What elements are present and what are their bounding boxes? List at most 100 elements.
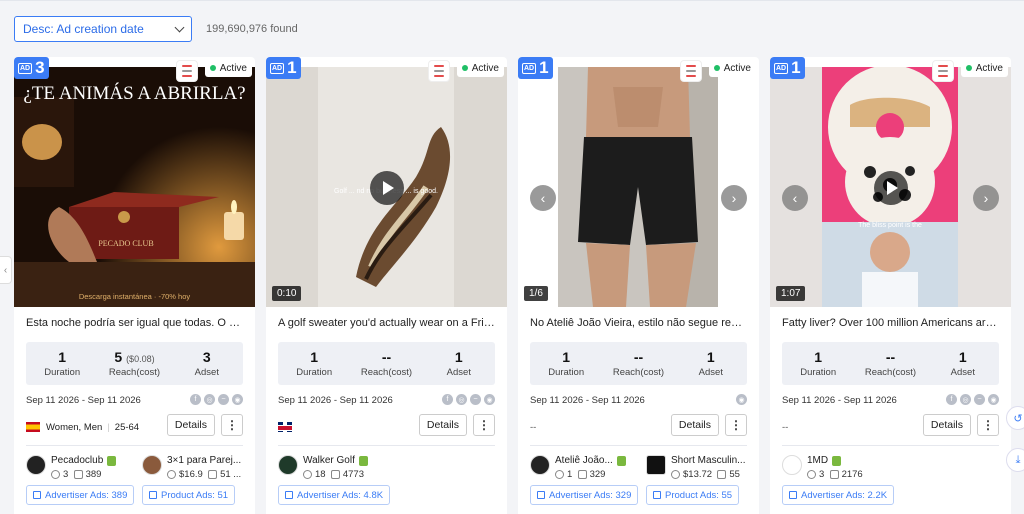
ad-icon: AD [18, 62, 33, 74]
arrow-left-icon[interactable]: ‹ [782, 185, 808, 211]
ad-media[interactable]: ‹ › 1/6 [518, 67, 759, 307]
video-duration: 1:07 [776, 286, 806, 301]
chevron-down-icon [174, 22, 185, 32]
audience-info [278, 420, 292, 434]
ad-stats: 1 Duration -- Reach(cost) 1 Adset [530, 342, 747, 385]
advertiser[interactable]: Walker Golf 18 4773 [278, 455, 368, 480]
side-tools: ↺ ⤓ [1006, 406, 1024, 472]
audience-info: -- [530, 421, 537, 433]
ad-count-badge: AD 1 [266, 57, 301, 79]
advertiser[interactable]: Pecadoclub 3 389 [26, 455, 117, 480]
shopify-icon [832, 455, 842, 466]
advertiser-ads-link[interactable]: Advertiser Ads: 4.8K [278, 485, 391, 505]
product-avatar [646, 455, 666, 475]
details-button[interactable]: Details [670, 414, 719, 436]
ad-image [518, 67, 759, 307]
media-headline: ¿TE ANIMÁS A ABRIRLA? [23, 82, 245, 104]
uk-flag-icon [278, 422, 292, 432]
instagram-icon: ◎ [960, 394, 971, 405]
ad-media[interactable]: The bliss point is the ‹ › 1:07 [770, 67, 1011, 307]
avatar [278, 455, 298, 475]
ad-title[interactable]: No Ateliê João Vieira, estilo não segue … [530, 317, 748, 329]
price-icon [671, 470, 680, 479]
download-icon[interactable]: ⤓ [1006, 448, 1024, 472]
play-icon[interactable] [370, 171, 404, 205]
platform-icons: f ◎ ~ ◉ [946, 394, 999, 405]
media-overlay-text: The bliss point is the [858, 222, 922, 229]
advertiser-ads-link[interactable]: Advertiser Ads: 389 [26, 485, 135, 505]
platform-logo-icon [680, 60, 702, 82]
audience-network-icon: ◉ [988, 394, 999, 405]
product-ads-link[interactable]: Product Ads: 51 [142, 485, 236, 505]
reach-value: 5 ($0.08) [114, 349, 155, 365]
ad-title[interactable]: A golf sweater you'd actually wear on a … [278, 317, 496, 329]
advertiser-ads-link[interactable]: Advertiser Ads: 329 [530, 485, 639, 505]
ad-image: ¿TE ANIMÁS A ABRIRLA? PECADO CLUB Descar… [14, 67, 255, 307]
ad-card[interactable]: Golf ... nd no business ... is good. 0:1… [266, 57, 507, 514]
ad-card[interactable]: ¿TE ANIMÁS A ABRIRLA? PECADO CLUB Descar… [14, 57, 255, 514]
active-dot-icon [209, 65, 216, 71]
messenger-icon: ~ [470, 394, 481, 405]
media-box-text: PECADO CLUB [98, 239, 153, 248]
scroll-up-icon[interactable]: ↺ [1006, 406, 1024, 430]
details-button[interactable]: Details [166, 414, 215, 436]
adset-value: 1 [454, 349, 463, 365]
ad-count-badge: AD 3 [14, 57, 49, 79]
platform-logo-icon [428, 60, 450, 82]
ad-media[interactable]: Golf ... nd no business ... is good. 0:1… [266, 67, 507, 307]
instagram-icon: ◎ [204, 394, 215, 405]
sort-select[interactable]: Desc: Ad creation date [14, 16, 192, 42]
status-badge: Active [708, 59, 756, 77]
reach-value: -- [633, 349, 644, 365]
more-icon[interactable]: ⋮ [221, 414, 243, 436]
spain-flag-icon [26, 422, 40, 432]
ad-title[interactable]: Esta noche podría ser igual que todas. O… [26, 317, 244, 329]
ad-stats: 1 Duration 5 ($0.08) Reach(cost) 3 Adset [26, 342, 243, 385]
more-icon[interactable]: ⋮ [725, 414, 747, 436]
arrow-left-icon[interactable]: ‹ [530, 185, 556, 211]
status-badge: Active [960, 59, 1008, 77]
ads-link-icon [149, 491, 157, 499]
toolbar: Desc: Ad creation date 199,690,976 found [14, 16, 298, 42]
audience-info: Women, Men | 25-64 [26, 420, 139, 434]
audience-network-icon: ◉ [736, 394, 747, 405]
avatar [26, 455, 46, 475]
product-avatar [142, 455, 162, 475]
ad-title[interactable]: Fatty liver? Over 100 million Americans … [782, 317, 1000, 329]
ad-media[interactable]: ¿TE ANIMÁS A ABRIRLA? PECADO CLUB Descar… [14, 67, 255, 307]
product[interactable]: Short Masculin... $13.72 55 [646, 455, 745, 480]
globe-icon [303, 470, 312, 479]
globe-icon [807, 470, 816, 479]
ads-icon [330, 470, 340, 479]
reach-value: -- [381, 349, 392, 365]
top-divider [0, 0, 1024, 1]
ad-count-badge: AD 1 [518, 57, 553, 79]
advertiser[interactable]: 1MD 3 2176 [782, 455, 863, 480]
ad-card[interactable]: The bliss point is the ‹ › 1:07 AD 1 Acti… [770, 57, 1011, 514]
more-icon[interactable]: ⋮ [977, 414, 999, 436]
date-range: Sep 11 2026 - Sep 11 2026 [530, 395, 645, 406]
ads-icon [73, 470, 83, 479]
platform-icons: ◉ [736, 394, 747, 405]
details-button[interactable]: Details [418, 414, 467, 436]
date-range: Sep 11 2026 - Sep 11 2026 [782, 395, 897, 406]
platform-icons: f ◎ ~ ◉ [190, 394, 243, 405]
more-icon[interactable]: ⋮ [473, 414, 495, 436]
details-button[interactable]: Details [922, 414, 971, 436]
status-badge: Active [204, 59, 252, 77]
facebook-icon: f [190, 394, 201, 405]
arrow-right-icon[interactable]: › [721, 185, 747, 211]
avatar [782, 455, 802, 475]
advertiser-ads-link[interactable]: Advertiser Ads: 2.2K [782, 485, 895, 505]
collapse-arrow-icon[interactable]: ‹ [0, 256, 12, 284]
ads-link-icon [33, 491, 41, 499]
product-ads-link[interactable]: Product Ads: 55 [646, 485, 740, 505]
sort-label: Desc: Ad creation date [23, 22, 144, 36]
product[interactable]: 3×1 para Parej... $16.9 51 ... [142, 455, 241, 480]
ad-card[interactable]: ‹ › 1/6 AD 1 Active No Ateliê João Vieira… [518, 57, 759, 514]
play-icon[interactable] [874, 171, 908, 205]
advertiser[interactable]: Ateliê João... 1 329 [530, 455, 626, 480]
arrow-right-icon[interactable]: › [973, 185, 999, 211]
date-range: Sep 11 2026 - Sep 11 2026 [278, 395, 393, 406]
adset-value: 3 [202, 349, 211, 365]
